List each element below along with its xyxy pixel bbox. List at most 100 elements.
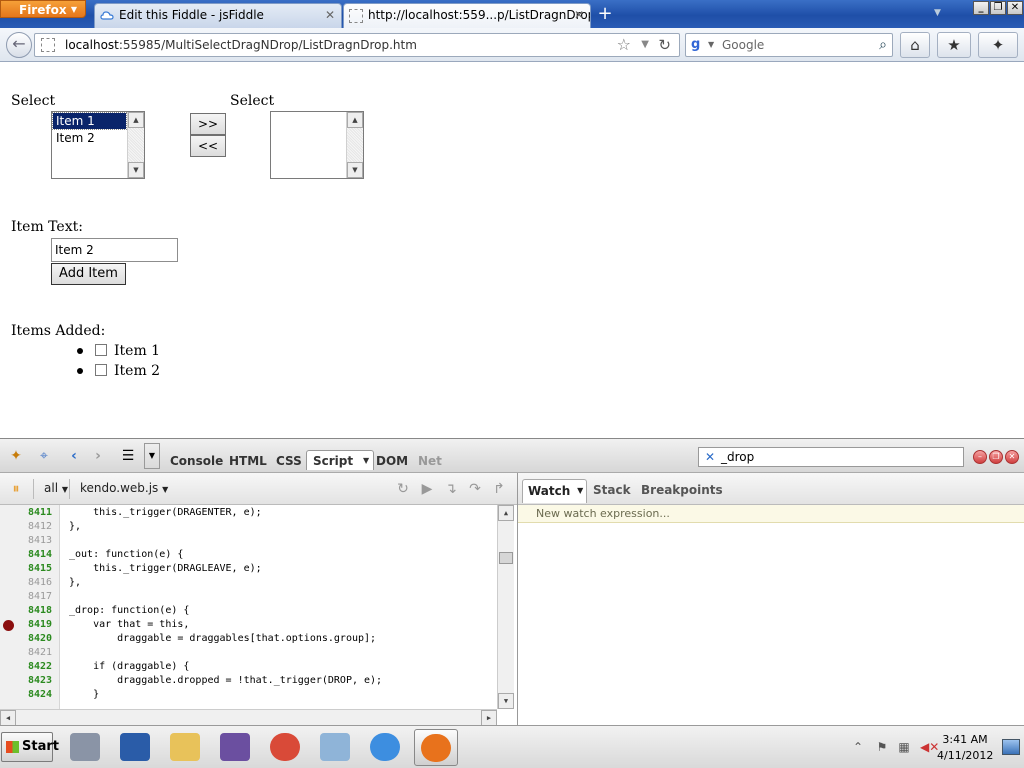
inspect-icon[interactable]: ⌖ — [34, 447, 54, 465]
code-vertical-scrollbar[interactable]: ▲ ▼ — [497, 505, 514, 709]
google-icon[interactable]: g — [691, 37, 707, 53]
right-listbox[interactable]: ▲ ▼ — [270, 111, 364, 179]
scroll-down-icon[interactable]: ▼ — [347, 162, 363, 178]
scroll-down-icon[interactable]: ▼ — [128, 162, 144, 178]
bookmarks-menu-icon[interactable]: ★ — [937, 32, 971, 58]
tab-jsfiddle[interactable]: Edit this Fiddle - jsFiddle ✕ — [94, 3, 342, 28]
forward-icon[interactable]: › — [88, 447, 108, 465]
tab-css[interactable]: CSS — [270, 451, 308, 471]
step-into-icon[interactable]: ↴ — [441, 479, 461, 499]
taskbar-app-server-manager[interactable] — [64, 729, 108, 766]
line-number[interactable]: 8411 — [28, 506, 56, 520]
show-hidden-icons-icon[interactable]: ⌃ — [850, 739, 866, 755]
tab-list-icon[interactable]: ▼ — [934, 8, 941, 18]
panel-menu-icon[interactable]: ▼ — [144, 443, 160, 469]
left-listbox[interactable]: Item 1 Item 2 ▲ ▼ — [51, 111, 145, 179]
list-option[interactable]: Item 2 — [53, 130, 126, 146]
taskbar-app-notepad[interactable] — [314, 729, 358, 766]
tab-html[interactable]: HTML — [223, 451, 273, 471]
break-on-next-icon[interactable]: ⏸ — [6, 479, 26, 499]
action-center-flag-icon[interactable]: ⚑ — [874, 739, 890, 755]
step-over-icon[interactable]: ↷ — [465, 479, 485, 499]
firefox-menu-button[interactable]: Firefox ▼ — [0, 0, 86, 18]
code-horizontal-scrollbar[interactable]: ◀ ▶ — [0, 709, 497, 726]
search-bar[interactable]: g ▼ Google ⌕ — [685, 33, 893, 57]
minimize-icon[interactable]: _ — [973, 1, 989, 15]
item-checkbox[interactable] — [95, 344, 107, 356]
tab-list-drag-n-drop[interactable]: http://localhost:559...p/ListDragnDrop.h… — [343, 3, 591, 28]
home-icon[interactable]: ⌂ — [900, 32, 930, 58]
taskbar-app-powershell[interactable] — [114, 729, 158, 766]
clear-search-icon[interactable]: ✕ — [705, 448, 715, 466]
taskbar-app-chrome[interactable] — [264, 729, 308, 766]
move-left-button[interactable]: << — [190, 135, 226, 157]
move-right-button[interactable]: >> — [190, 113, 226, 135]
bookmark-star-icon[interactable]: ☆ — [617, 34, 631, 56]
add-item-button[interactable]: Add Item — [51, 263, 126, 285]
tab-console[interactable]: Console — [164, 451, 229, 471]
close-tab-icon[interactable]: ✕ — [574, 4, 584, 27]
listbox-scrollbar[interactable]: ▲ ▼ — [346, 112, 363, 178]
line-number[interactable]: 8418 — [28, 604, 56, 618]
line-number[interactable]: 8420 — [28, 632, 56, 646]
scroll-left-icon[interactable]: ◀ — [0, 710, 16, 726]
item-text-input[interactable]: Item 2 — [51, 238, 178, 262]
tab-stack[interactable]: Stack — [588, 479, 636, 503]
script-filter-dropdown[interactable]: all ▼ — [44, 481, 68, 495]
taskbar-app-file-explorer[interactable] — [164, 729, 208, 766]
taskbar-app-internet-explorer[interactable] — [364, 729, 408, 766]
reload-icon[interactable]: ↻ — [658, 34, 671, 56]
new-tab-button[interactable]: + — [593, 4, 617, 26]
line-number[interactable]: 8412 — [28, 520, 56, 534]
firebug-minimize-icon[interactable]: – — [973, 450, 987, 464]
scroll-up-icon[interactable]: ▲ — [498, 505, 514, 521]
scroll-down-icon[interactable]: ▼ — [498, 693, 514, 709]
search-engine-dropdown-icon[interactable]: ▼ — [708, 34, 714, 56]
taskbar-app-firefox[interactable] — [414, 729, 458, 766]
back-icon[interactable]: ‹ — [64, 447, 84, 465]
new-watch-expression[interactable]: New watch expression... — [518, 505, 1024, 523]
line-number[interactable]: 8421 — [28, 646, 56, 660]
clock-date[interactable]: 4/11/2012 — [937, 749, 993, 762]
listbox-scrollbar[interactable]: ▲ ▼ — [127, 112, 144, 178]
breakpoint-icon[interactable] — [3, 620, 14, 631]
address-bar[interactable]: localhost:55985/MultiSelectDragNDrop/Lis… — [34, 33, 680, 57]
volume-muted-icon[interactable]: ◀✕ — [920, 739, 939, 755]
tab-dom[interactable]: DOM — [370, 451, 414, 471]
site-identity-icon[interactable] — [41, 38, 55, 52]
script-source-view[interactable]: 8411 this._trigger(DRAGENTER, e); 8412}, 8… — [0, 505, 514, 726]
history-dropdown-icon[interactable]: ▼ — [641, 34, 649, 56]
scroll-up-icon[interactable]: ▲ — [347, 112, 363, 128]
scroll-up-icon[interactable]: ▲ — [128, 112, 144, 128]
line-number[interactable]: 8422 — [28, 660, 56, 674]
line-number[interactable]: 8415 — [28, 562, 56, 576]
close-icon[interactable]: ✕ — [1007, 1, 1023, 15]
firebug-detach-icon[interactable]: ❐ — [989, 450, 1003, 464]
firebug-icon[interactable]: ✦ — [978, 32, 1018, 58]
line-number[interactable]: 8413 — [28, 534, 56, 548]
list-option[interactable]: Item 1 — [52, 112, 127, 130]
line-number[interactable]: 8414 — [28, 548, 56, 562]
tab-breakpoints[interactable]: Breakpoints — [636, 479, 728, 503]
line-number[interactable]: 8424 — [28, 688, 56, 702]
tab-script[interactable]: Script ▼ — [306, 450, 375, 470]
rerun-icon[interactable]: ↻ — [393, 479, 413, 499]
item-checkbox[interactable] — [95, 364, 107, 376]
firebug-search-input[interactable]: ✕ _drop — [698, 447, 964, 467]
start-button[interactable]: Start — [1, 732, 59, 762]
line-number[interactable]: 8416 — [28, 576, 56, 590]
scroll-thumb[interactable] — [499, 552, 513, 564]
show-desktop-icon[interactable] — [1002, 739, 1020, 755]
firebug-menu-icon[interactable]: ✦ — [6, 447, 26, 465]
restore-icon[interactable]: ❐ — [990, 1, 1006, 15]
clock-time[interactable]: 3:41 AM — [940, 733, 990, 746]
back-arrow-icon[interactable]: ← — [6, 32, 32, 58]
close-tab-icon[interactable]: ✕ — [325, 4, 335, 27]
line-number[interactable]: 8423 — [28, 674, 56, 688]
firebug-close-icon[interactable]: ✕ — [1005, 450, 1019, 464]
scroll-right-icon[interactable]: ▶ — [481, 710, 497, 726]
search-icon[interactable]: ⌕ — [879, 34, 887, 56]
tab-net[interactable]: Net — [412, 451, 448, 471]
script-file-dropdown[interactable]: kendo.web.js ▼ — [80, 481, 168, 495]
continue-icon[interactable]: ▶ — [417, 479, 437, 499]
